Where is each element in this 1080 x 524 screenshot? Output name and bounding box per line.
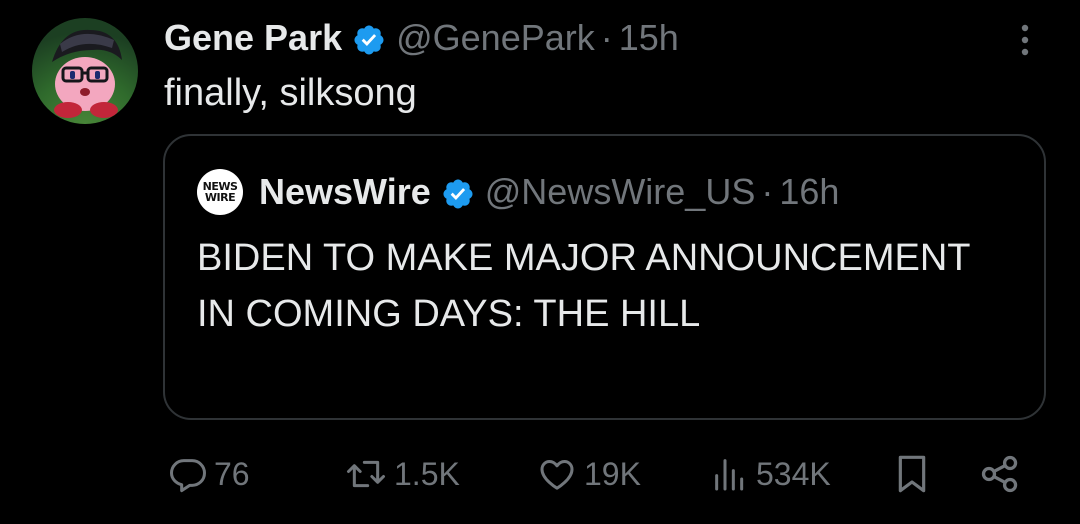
reply-button[interactable]: 76 — [168, 446, 250, 502]
quote-separator-dot: · — [761, 171, 774, 212]
views-count: 534K — [756, 455, 831, 492]
views-chart-icon — [715, 459, 744, 491]
quote-author-handle[interactable]: @NewsWire_US — [485, 168, 756, 216]
views-button[interactable]: 534K — [710, 446, 831, 502]
action-bar: 76 1.5K 19K 534K — [164, 446, 1044, 502]
author-handle[interactable]: @GenePark — [396, 14, 595, 62]
avatar[interactable] — [32, 18, 138, 124]
tweet-text: finally, silksong — [164, 72, 417, 114]
more-options-button[interactable] — [1008, 18, 1042, 62]
tweet-time[interactable]: 15h — [619, 14, 679, 62]
tweet-header: Gene Park @GenePark · 15h — [164, 14, 679, 62]
share-button[interactable] — [978, 446, 1022, 502]
quote-time[interactable]: 16h — [779, 168, 839, 216]
like-button[interactable]: 19K — [536, 446, 641, 502]
bookmark-button[interactable] — [892, 446, 932, 502]
verified-badge-icon — [352, 21, 386, 55]
newswire-logo-icon: NEWS WIRE — [197, 169, 243, 215]
more-vertical-icon — [1021, 24, 1029, 56]
like-count: 19K — [584, 455, 641, 492]
repost-count: 1.5K — [394, 455, 460, 492]
quote-verified-badge-icon — [441, 175, 475, 209]
heart-icon — [540, 460, 574, 490]
quote-header: NEWS WIRE NewsWire @NewsWire_US · 16h — [197, 168, 839, 216]
quote-author-name[interactable]: NewsWire — [259, 168, 431, 216]
repost-button[interactable]: 1.5K — [344, 446, 460, 502]
quote-text: BIDEN TO MAKE MAJOR ANNOUNCEMENT IN COMI… — [197, 237, 970, 335]
bookmark-icon — [898, 455, 926, 493]
share-icon — [981, 455, 1018, 493]
separator-dot: · — [600, 17, 613, 58]
quoted-tweet-card[interactable]: NEWS WIRE NewsWire @NewsWire_US · 16h BI… — [163, 134, 1046, 420]
logo-line-2: WIRE — [204, 191, 236, 204]
kirby-avatar-icon — [52, 29, 122, 118]
reply-icon — [170, 459, 206, 493]
author-name[interactable]: Gene Park — [164, 14, 342, 62]
reply-count: 76 — [214, 455, 250, 492]
repost-icon — [347, 460, 385, 488]
